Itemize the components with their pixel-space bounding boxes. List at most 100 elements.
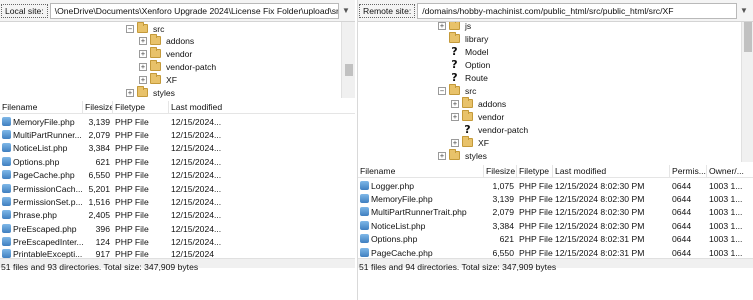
tree-item-label: vendor-patch — [478, 124, 529, 135]
list-item[interactable]: Phrase.php 2,405 PHP File 12/15/2024... — [0, 209, 239, 222]
collapse-icon[interactable]: − — [438, 86, 446, 95]
file-name: Options.php — [13, 156, 60, 167]
file-type: PHP File — [115, 223, 149, 234]
file-name: PreEscaped.php — [13, 223, 77, 234]
php-file-icon — [2, 116, 11, 126]
file-owner: 1003 1... — [709, 207, 743, 218]
list-item[interactable]: PreEscapedInter... 124 PHP File 12/15/20… — [0, 236, 239, 249]
folder-icon — [150, 60, 161, 71]
list-item[interactable]: MultiPartRunner... 2,079 PHP File 12/15/… — [0, 128, 239, 141]
expand-icon[interactable]: + — [139, 36, 147, 45]
column-owner-group[interactable]: Owner/... — [707, 165, 753, 177]
column-filesize[interactable]: Filesize — [83, 101, 113, 113]
expand-icon[interactable]: + — [126, 88, 134, 97]
column-filetype[interactable]: Filetype — [113, 101, 169, 113]
list-item[interactable]: Options.php 621 PHP File 12/15/2024 8:02… — [358, 233, 753, 246]
file-size: 6,550 — [88, 170, 110, 181]
expand-icon[interactable]: + — [139, 62, 147, 71]
column-filesize[interactable]: Filesize — [484, 165, 517, 177]
tree-item-vendor-patch[interactable]: ? vendor-patch — [462, 123, 528, 136]
tree-item-styles[interactable]: + styles — [438, 149, 487, 162]
tree-item-src[interactable]: − src — [438, 84, 476, 97]
file-type: PHP File — [519, 220, 553, 231]
column-filename[interactable]: Filename — [0, 101, 83, 113]
tree-item-option[interactable]: ? Option — [449, 58, 490, 71]
list-item[interactable]: MemoryFile.php 3,139 PHP File 12/15/2024… — [0, 115, 239, 128]
tree-item-label: XF — [478, 137, 489, 148]
tree-scrollbar[interactable] — [741, 22, 753, 162]
tree-item-vendor[interactable]: + vendor — [139, 47, 192, 60]
file-name: NoticeList.php — [13, 143, 68, 154]
expand-icon[interactable]: + — [139, 75, 147, 84]
file-modified: 12/15/2024 8:02:30 PM — [555, 220, 645, 231]
remote-site-path-input[interactable]: /domains/hobby-machinist.com/public_html… — [417, 2, 737, 19]
file-type: PHP File — [115, 183, 149, 194]
tree-item-route[interactable]: ? Route — [449, 71, 488, 84]
tree-item-addons[interactable]: + addons — [451, 97, 506, 110]
php-file-icon — [2, 170, 11, 180]
file-modified: 12/15/2024... — [171, 143, 222, 154]
chevron-down-icon[interactable]: ▼ — [339, 3, 353, 19]
tree-item-library[interactable]: library — [449, 32, 488, 45]
expand-icon[interactable]: + — [438, 151, 446, 160]
local-site-bar: Local site: \OneDrive\Documents\Xenforo … — [0, 0, 355, 22]
file-modified: 12/15/2024... — [171, 237, 222, 248]
column-permissions[interactable]: Permis... — [670, 165, 707, 177]
folder-icon — [449, 149, 460, 160]
column-filetype[interactable]: Filetype — [517, 165, 553, 177]
file-modified: 12/15/2024 8:02:30 PM — [555, 207, 645, 218]
list-item[interactable]: PermissionSet.p... 1,516 PHP File 12/15/… — [0, 195, 239, 208]
tree-scrollbar[interactable] — [341, 22, 355, 98]
file-type: PHP File — [519, 247, 553, 258]
php-file-icon — [2, 183, 11, 193]
file-owner: 1003 1... — [709, 180, 743, 191]
list-item[interactable]: NoticeList.php 3,384 PHP File 12/15/2024… — [0, 142, 239, 155]
tree-item-xf[interactable]: + XF — [139, 73, 177, 86]
tree-item-vendor[interactable]: + vendor — [451, 110, 504, 123]
expand-icon[interactable]: + — [438, 22, 446, 30]
chevron-down-icon[interactable]: ▼ — [737, 3, 751, 19]
tree-item-model[interactable]: ? Model — [449, 45, 488, 58]
file-type: PHP File — [519, 207, 553, 218]
tree-item-label: addons — [166, 35, 195, 46]
list-item[interactable]: Logger.php 1,075 PHP File 12/15/2024 8:0… — [358, 179, 753, 192]
expand-icon[interactable]: + — [451, 138, 459, 147]
expand-icon[interactable]: + — [139, 49, 147, 58]
file-modified: 12/15/2024... — [171, 156, 222, 167]
tree-item-js[interactable]: + js — [438, 22, 471, 32]
list-item[interactable]: PreEscaped.php 396 PHP File 12/15/2024..… — [0, 222, 239, 235]
file-name: PreEscapedInter... — [13, 237, 83, 248]
column-last-modified[interactable]: Last modified — [553, 165, 670, 177]
local-file-list-header: Filename Filesize Filetype Last modified — [0, 101, 355, 114]
scrollbar-thumb[interactable] — [345, 64, 353, 76]
tree-item-addons[interactable]: + addons — [139, 34, 194, 47]
file-owner: 1003 1... — [709, 247, 743, 258]
tree-item-styles[interactable]: + styles — [126, 86, 175, 98]
file-permissions: 0644 — [672, 220, 692, 231]
list-item[interactable]: PrintableExcepti... 917 PHP File 12/15/2… — [0, 249, 239, 258]
file-name: PermissionCach... — [13, 183, 83, 194]
file-name: MultiPartRunner... — [13, 130, 82, 141]
expand-icon[interactable]: + — [451, 99, 459, 108]
list-item[interactable]: PermissionCach... 5,201 PHP File 12/15/2… — [0, 182, 239, 195]
scrollbar-thumb[interactable] — [744, 22, 752, 52]
column-filename[interactable]: Filename — [358, 165, 484, 177]
list-item[interactable]: MultiPartRunnerTrait.php 2,079 PHP File … — [358, 206, 753, 219]
tree-item-xf[interactable]: + XF — [451, 136, 489, 149]
list-item[interactable]: Options.php 621 PHP File 12/15/2024... — [0, 155, 239, 168]
folder-icon — [449, 22, 460, 30]
list-item[interactable]: MemoryFile.php 3,139 PHP File 12/15/2024… — [358, 192, 753, 205]
remote-site-pane: Remote site: /domains/hobby-machinist.co… — [357, 0, 753, 300]
local-site-path-input[interactable]: \OneDrive\Documents\Xenforo Upgrade 2024… — [49, 2, 339, 19]
expand-icon[interactable]: + — [451, 112, 459, 121]
list-item[interactable]: NoticeList.php 3,384 PHP File 12/15/2024… — [358, 219, 753, 232]
folder-icon — [137, 86, 148, 97]
list-item[interactable]: PageCache.php 6,550 PHP File 12/15/2024.… — [0, 169, 239, 182]
file-owner: 1003 1... — [709, 220, 743, 231]
folder-icon — [150, 73, 161, 84]
file-type: PHP File — [519, 194, 553, 205]
column-last-modified[interactable]: Last modified — [169, 101, 355, 113]
file-type: PHP File — [115, 210, 149, 221]
tree-item-vendor-patch[interactable]: + vendor-patch — [139, 60, 216, 73]
collapse-icon[interactable]: − — [126, 24, 134, 33]
